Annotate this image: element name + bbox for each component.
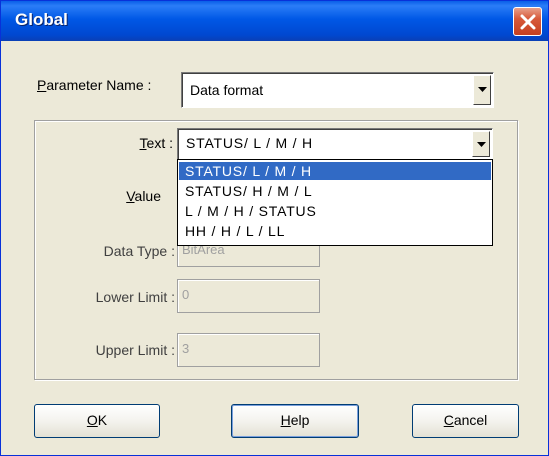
text-select-value: STATUS/ L / M / H bbox=[186, 135, 313, 151]
upper-limit-value: 3 bbox=[182, 341, 190, 356]
close-icon bbox=[520, 14, 536, 30]
dropdown-option[interactable]: STATUS/ L / M / H bbox=[179, 162, 491, 180]
parameter-name-value: Data format bbox=[190, 82, 264, 98]
dropdown-option[interactable]: L / M / H / STATUS bbox=[179, 202, 491, 220]
dropdown-option[interactable]: HH / H / L / LL bbox=[179, 222, 491, 240]
window-title: Global bbox=[15, 10, 68, 29]
upper-limit-label: Upper Limit : bbox=[95, 342, 175, 358]
cancel-button[interactable]: Cancel bbox=[412, 404, 519, 438]
lower-limit-field: 0 bbox=[177, 279, 320, 313]
text-dropdown-list: STATUS/ L / M / H STATUS/ H / M / L L / … bbox=[177, 159, 493, 246]
dialog-window: Global Parameter Name : Data format Text… bbox=[0, 0, 549, 456]
text-select[interactable]: STATUS/ L / M / H bbox=[177, 128, 493, 160]
help-button[interactable]: Help bbox=[231, 404, 359, 438]
close-button[interactable] bbox=[513, 7, 542, 36]
value-label: Value bbox=[126, 188, 161, 204]
chevron-down-icon bbox=[477, 142, 486, 147]
data-type-label: Data Type : bbox=[103, 243, 175, 259]
ok-button[interactable]: OK bbox=[34, 404, 160, 438]
dropdown-option[interactable]: STATUS/ H / M / L bbox=[179, 182, 491, 200]
title-bar[interactable]: Global bbox=[1, 1, 548, 41]
text-dropdown-button[interactable] bbox=[472, 131, 490, 157]
text-label: Text : bbox=[139, 135, 173, 151]
parameter-name-select[interactable]: Data format bbox=[181, 72, 494, 108]
lower-limit-value: 0 bbox=[182, 287, 190, 302]
parameter-dropdown-button[interactable] bbox=[473, 75, 491, 105]
chevron-down-icon bbox=[478, 87, 487, 92]
lower-limit-label: Lower Limit : bbox=[95, 289, 175, 305]
parameter-name-label: Parameter Name : bbox=[37, 77, 152, 93]
upper-limit-field: 3 bbox=[177, 333, 320, 367]
